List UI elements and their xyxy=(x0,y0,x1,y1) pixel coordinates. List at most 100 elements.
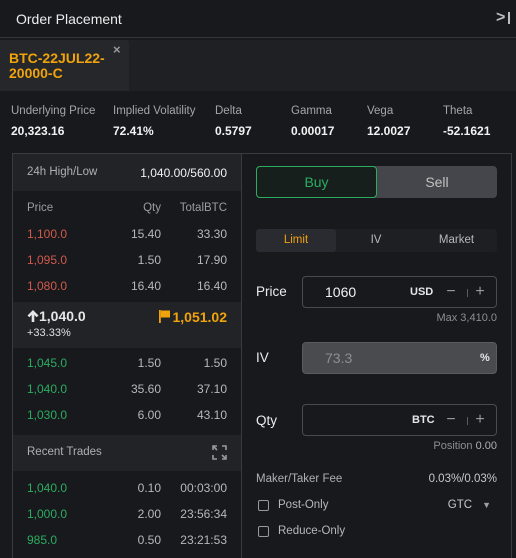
expand-icon[interactable] xyxy=(212,445,227,460)
position-hint: Position 0.00 xyxy=(433,440,497,452)
order-type-tabs: Limit IV Market xyxy=(256,229,497,252)
bid-row[interactable]: 1,045.0 1.50 1.50 xyxy=(13,351,241,377)
greek-value: -52.1621 xyxy=(443,124,491,138)
trade-qty: 2.00 xyxy=(137,507,161,521)
greek-label: Theta xyxy=(443,105,473,117)
last-price-value: 1,040.0 xyxy=(39,308,86,324)
ask-total: 16.40 xyxy=(196,279,227,293)
tab-iv[interactable]: IV xyxy=(336,229,416,252)
trading-panel: 24h High/Low 1,040.00/560.00 Price Qty T… xyxy=(12,153,512,558)
flag-icon xyxy=(158,310,170,323)
sell-button[interactable]: Sell xyxy=(377,166,497,198)
stepper-divider xyxy=(467,417,468,425)
iv-label: IV xyxy=(256,350,269,365)
price-label: Price xyxy=(256,284,287,299)
panel-header: Order Placement > xyxy=(0,0,516,38)
recent-trades-title: Recent Trades xyxy=(27,446,102,458)
greek-value: 20,323.16 xyxy=(11,124,65,138)
greeks-bar: Underlying Price 20,323.16 Implied Volat… xyxy=(0,92,516,152)
bid-total: 37.10 xyxy=(196,382,227,396)
recent-trades-header: Recent Trades xyxy=(13,435,241,471)
trade-time: 23:21:53 xyxy=(180,533,227,547)
high-low-value: 1,040.00/560.00 xyxy=(140,166,227,180)
iv-input xyxy=(325,350,405,366)
mid-price-row: 1,040.0 +33.33% 1,051.02 xyxy=(13,302,241,348)
buy-button[interactable]: Buy xyxy=(256,166,377,198)
time-in-force-select[interactable]: GTC ▼ xyxy=(448,499,491,511)
max-label: Max xyxy=(436,312,458,324)
bid-row[interactable]: 1,040.0 35.60 37.10 xyxy=(13,377,241,403)
greek-label: Implied Volatility xyxy=(113,105,196,117)
fee-label: Maker/Taker Fee xyxy=(256,473,343,485)
fee-value: 0.03%/0.03% xyxy=(428,473,497,485)
trade-qty: 0.50 xyxy=(137,533,161,547)
ask-row[interactable]: 1,100.0 15.40 33.30 xyxy=(13,222,241,248)
bid-qty: 6.00 xyxy=(137,408,161,422)
qty-label: Qty xyxy=(256,413,278,428)
tab-market[interactable]: Market xyxy=(416,229,497,252)
trade-qty: 0.10 xyxy=(137,481,161,495)
greek-underlying-price: Underlying Price 20,323.16 xyxy=(11,105,95,138)
price-field: USD − + xyxy=(302,276,497,308)
qty-increment-button[interactable]: + xyxy=(472,409,488,431)
price-input[interactable] xyxy=(325,284,405,300)
price-decrement-button[interactable]: − xyxy=(443,281,459,303)
column-header-price: Price xyxy=(27,202,54,214)
stepper-divider xyxy=(467,289,468,297)
max-price-hint: Max 3,410.0 xyxy=(436,312,497,324)
ask-qty: 16.40 xyxy=(130,279,161,293)
ask-row[interactable]: 1,080.0 16.40 16.40 xyxy=(13,274,241,300)
mark-price: 1,051.02 xyxy=(158,309,228,325)
ask-row[interactable]: 1,095.0 1.50 17.90 xyxy=(13,248,241,274)
bid-qty: 1.50 xyxy=(137,356,161,370)
tab-limit[interactable]: Limit xyxy=(256,229,336,252)
bid-total: 43.10 xyxy=(196,408,227,422)
greek-vega: Vega 12.0027 xyxy=(367,105,410,138)
position-value: 0.00 xyxy=(475,440,497,452)
instrument-tab[interactable]: BTC-22JUL22-20000-C × xyxy=(0,40,129,91)
greek-value: 72.41% xyxy=(113,124,154,138)
last-price: 1,040.0 xyxy=(27,308,86,324)
trade-price: 1,040.0 xyxy=(27,481,68,495)
ask-price: 1,080.0 xyxy=(27,279,68,293)
iv-field: % xyxy=(302,342,497,374)
greek-value: 0.00017 xyxy=(291,124,335,138)
price-change: +33.33% xyxy=(27,327,71,339)
qty-decrement-button[interactable]: − xyxy=(443,409,459,431)
caret-down-icon: ▼ xyxy=(482,500,491,510)
position-label: Position xyxy=(433,440,473,452)
greek-theta: Theta -52.1621 xyxy=(443,105,490,138)
bid-row[interactable]: 1,030.0 6.00 43.10 xyxy=(13,403,241,429)
qty-input[interactable] xyxy=(325,412,405,428)
column-header-qty: Qty xyxy=(143,202,161,214)
ask-price: 1,095.0 xyxy=(27,253,68,267)
trade-time: 23:56:34 xyxy=(180,507,227,521)
trade-row: 1,000.0 2.00 23:56:34 xyxy=(13,502,241,528)
greek-label: Gamma xyxy=(291,105,332,117)
ask-qty: 1.50 xyxy=(137,253,161,267)
order-form: Buy Sell Limit IV Market Price USD − + M… xyxy=(243,154,512,558)
collapse-right-icon[interactable]: > xyxy=(496,9,512,27)
greek-value: 12.0027 xyxy=(367,124,411,138)
greek-delta: Delta 0.5797 xyxy=(215,105,252,138)
instrument-tab-label: BTC-22JUL22-20000-C xyxy=(9,50,105,81)
instrument-tabs: BTC-22JUL22-20000-C × xyxy=(0,40,516,91)
column-header-total: TotalBTC xyxy=(179,202,227,214)
greek-label: Underlying Price xyxy=(11,105,96,117)
side-toggle: Buy Sell xyxy=(256,166,497,198)
price-unit: USD xyxy=(410,286,434,298)
panel-title: Order Placement xyxy=(16,11,122,27)
bid-price: 1,045.0 xyxy=(27,356,68,370)
mark-price-value: 1,051.02 xyxy=(172,309,228,325)
high-low-row: 24h High/Low 1,040.00/560.00 xyxy=(13,154,241,191)
checkbox-box[interactable] xyxy=(258,526,269,537)
checkbox-box[interactable] xyxy=(258,500,269,511)
order-book: 24h High/Low 1,040.00/560.00 Price Qty T… xyxy=(13,154,242,558)
price-increment-button[interactable]: + xyxy=(472,281,488,303)
iv-unit: % xyxy=(480,352,490,364)
trade-price: 985.0 xyxy=(27,533,58,547)
bid-price: 1,030.0 xyxy=(27,408,68,422)
arrow-up-icon xyxy=(27,310,39,322)
close-icon[interactable]: × xyxy=(113,42,121,57)
qty-field: BTC − + xyxy=(302,404,497,436)
